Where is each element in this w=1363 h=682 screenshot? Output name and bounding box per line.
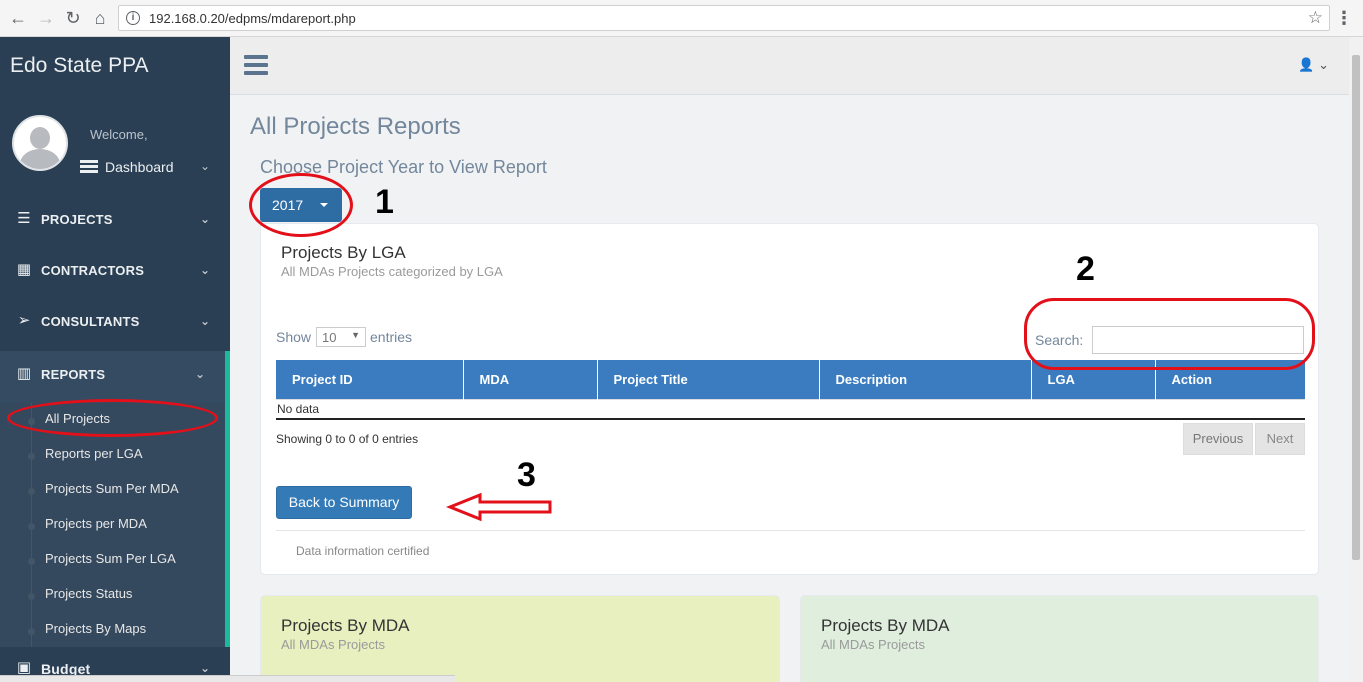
submenu-projects-per-mda[interactable]: Projects per MDA [45,516,147,531]
empty-table-message: No data [276,398,1305,420]
projects-icon: ☰ [17,210,31,227]
submenu-projects-by-maps[interactable]: Projects By Maps [45,621,146,636]
sidebar-item-consultants[interactable]: ➢ CONSULTANTS ⌄ [0,302,230,342]
submenu-reports-per-lga[interactable]: Reports per LGA [45,446,143,461]
column-header-description[interactable]: Description [819,360,1032,399]
column-header-project-title[interactable]: Project Title [597,360,820,399]
user-menu-icon[interactable]: 👤 ⌄ [1298,57,1329,73]
table-info: Showing 0 to 0 of 0 entries [276,432,419,446]
card-title: Projects By MDA [281,616,410,635]
menu-toggle-icon[interactable] [244,55,268,75]
panel-title: Projects By LGA [281,243,406,262]
brand-title[interactable]: Edo State PPA [10,54,149,78]
reports-submenu: All Projects Reports per LGA Projects Su… [0,403,230,647]
sidebar: Edo State PPA Welcome, Dashboard ⌄ ☰ PRO… [0,37,230,682]
submenu-projects-sum-per-mda[interactable]: Projects Sum Per MDA [45,481,179,496]
horizontal-scroll-strip [0,675,455,682]
welcome-text: Welcome, [90,127,148,142]
url-text: 192.168.0.20/edpms/mdareport.php [149,11,356,26]
annotation-ellipse-year [249,173,353,237]
top-navbar: 👤 ⌄ [230,37,1349,95]
annotation-ellipse-all-projects [7,399,218,437]
sidebar-item-projects[interactable]: ☰ PROJECTS ⌄ [0,200,230,240]
sidebar-item-reports[interactable]: ▥ REPORTS ⌄ [0,351,230,403]
annotation-arrow-icon [446,492,552,522]
table-row: No data [276,398,1305,420]
building-icon: ▦ [16,261,32,278]
projects-by-lga-panel: Projects By LGA All MDAs Projects catego… [260,223,1319,575]
browser-menu-icon[interactable]: ⋮ [1335,9,1353,27]
address-bar[interactable]: i 192.168.0.20/edpms/mdareport.php ☆ [118,5,1330,31]
submenu-projects-sum-per-lga[interactable]: Projects Sum Per LGA [45,551,176,566]
browser-toolbar: ← → ↻ ⌂ i 192.168.0.20/edpms/mdareport.p… [0,0,1363,37]
column-header-mda[interactable]: MDA [463,360,598,399]
card-subtitle: All MDAs Projects [281,637,386,652]
chevron-down-icon: ⌄ [200,263,211,277]
back-arrow-icon[interactable]: ← [8,8,28,28]
sidebar-item-contractors[interactable]: ▦ CONTRACTORS ⌄ [0,251,230,291]
submenu-projects-status[interactable]: Projects Status [45,586,132,601]
projects-by-mda-card-2: Projects By MDA All MDAs Projects [800,595,1319,682]
avatar [12,115,68,171]
info-icon[interactable]: i [126,11,140,25]
divider [276,530,1305,531]
projects-by-mda-card: Projects By MDA All MDAs Projects [260,595,780,682]
dashboard-label: Dashboard [105,159,174,175]
chevron-down-icon: ⌄ [200,159,211,173]
page-title: All Projects Reports [250,113,461,140]
dashboard-icon [80,160,98,173]
page-scrollbar[interactable] [1349,37,1363,682]
column-header-project-id[interactable]: Project ID [276,360,464,399]
chevron-down-icon: ⌄ [195,367,206,381]
annotation-number-2: 2 [1076,250,1095,288]
panel-footer-text: Data information certified [296,544,430,558]
paper-plane-icon: ➢ [17,312,31,329]
previous-page-button[interactable]: Previous [1183,423,1253,455]
bookmark-star-icon[interactable]: ☆ [1308,8,1323,28]
annotation-ellipse-search [1024,298,1315,370]
chevron-down-icon: ⌄ [200,314,211,328]
entries-label: entries [370,329,413,345]
entries-length-value: 10 [322,330,337,345]
next-page-button[interactable]: Next [1255,423,1305,455]
show-label: Show [276,329,312,345]
card-title: Projects By MDA [821,616,950,635]
dropdown-arrow-icon: ▼ [351,330,360,340]
reload-icon[interactable]: ↻ [63,8,83,28]
card-subtitle: All MDAs Projects [821,637,926,652]
chevron-down-icon: ⌄ [200,212,211,226]
panel-subtitle: All MDAs Projects categorized by LGA [281,264,503,279]
dashboard-link[interactable]: Dashboard ⌄ [80,159,210,175]
entries-length-select[interactable]: 10 ▼ [316,327,366,347]
back-to-summary-button[interactable]: Back to Summary [276,486,412,519]
home-icon[interactable]: ⌂ [90,8,110,28]
bar-chart-icon: ▥ [16,365,32,382]
chevron-down-icon: ⌄ [200,661,211,675]
annotation-number-1: 1 [375,183,394,221]
annotation-number-3: 3 [517,456,536,494]
forward-arrow-icon[interactable]: → [36,8,56,28]
